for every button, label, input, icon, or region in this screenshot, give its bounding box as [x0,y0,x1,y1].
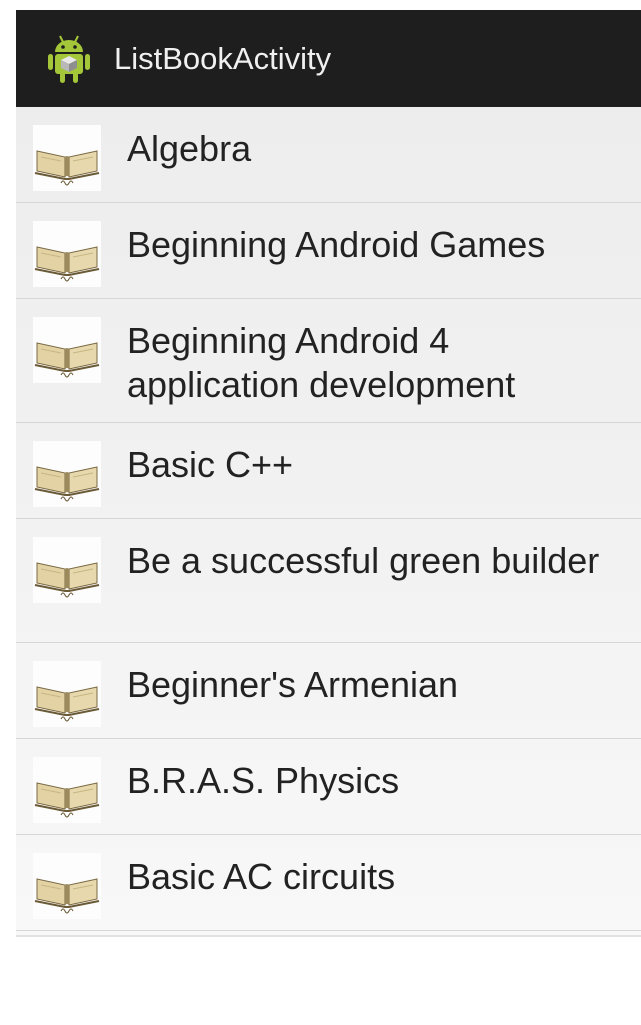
book-title: Beginning Android Games [127,224,546,265]
book-icon [33,125,101,191]
book-icon [33,317,101,383]
list-item[interactable]: Beginning Android Games [16,203,641,299]
app-screen: ListBookActivity Algebra Beginning Andro… [16,10,641,1025]
android-robot-icon[interactable] [48,32,90,84]
book-icon [33,853,101,919]
book-icon [33,757,101,823]
list-item[interactable]: B.R.A.S. Physics [16,739,641,835]
book-icon [33,221,101,287]
book-title: Beginning Android 4 application developm… [127,320,516,405]
list-item[interactable]: Be a successful green builder [16,519,641,643]
list-item[interactable]: Beginning Android 4 application developm… [16,299,641,423]
book-list[interactable]: Algebra Beginning Android Games Beginnin… [16,107,641,937]
book-icon [33,537,101,603]
list-item[interactable]: Beginner's Armenian [16,643,641,739]
list-item[interactable]: Algebra [16,107,641,203]
book-icon [33,661,101,727]
book-icon [33,441,101,507]
book-title: Basic AC circuits [127,856,396,897]
book-title: Be a successful green builder [127,540,600,581]
app-title: ListBookActivity [114,41,332,76]
book-title: Algebra [127,128,252,169]
list-item[interactable]: Basic AC circuits [16,835,641,931]
list-item[interactable]: Basic C++ [16,423,641,519]
book-title: Beginner's Armenian [127,664,459,705]
action-bar: ListBookActivity [16,10,641,107]
book-title: B.R.A.S. Physics [127,760,400,801]
book-title: Basic C++ [127,444,294,485]
